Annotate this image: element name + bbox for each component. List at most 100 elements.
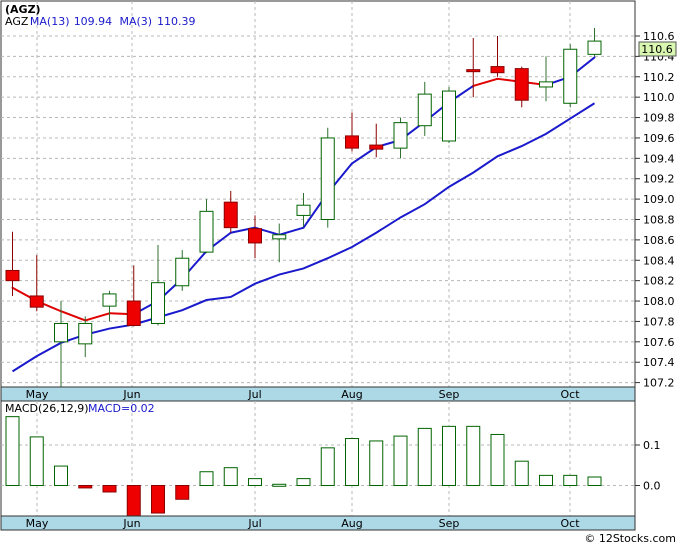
price-y-tick-label: 108.6 bbox=[643, 234, 675, 247]
candle-body bbox=[199, 210, 214, 253]
macd-y-axis: 0.1 0.0 bbox=[635, 439, 661, 493]
candle-body bbox=[514, 68, 529, 101]
price-y-axis: 110.6110.4110.2110.0109.8109.6109.4109.2… bbox=[635, 30, 675, 390]
candle-body bbox=[248, 228, 262, 244]
candle-body bbox=[29, 295, 44, 308]
macd-y-tick-label: 0.0 bbox=[643, 480, 661, 493]
price-x-tick-label: Sep bbox=[439, 388, 460, 401]
macd-bar bbox=[5, 416, 20, 486]
candle-body bbox=[320, 137, 335, 220]
macd-bar bbox=[151, 485, 165, 514]
macd-value-label: MACD=0.02 bbox=[88, 402, 155, 415]
macd-x-tick-label: Sep bbox=[439, 517, 460, 530]
candle-body bbox=[490, 66, 505, 74]
macd-bar bbox=[563, 474, 578, 486]
price-y-tick-label: 109.6 bbox=[643, 132, 675, 145]
macd-bar bbox=[514, 460, 529, 487]
candle-body bbox=[296, 204, 311, 216]
price-y-tick-label: 110.6 bbox=[643, 30, 675, 43]
legend-value: 109.94 bbox=[74, 15, 113, 28]
price-y-tick-label: 109.2 bbox=[643, 173, 675, 186]
macd-bar bbox=[587, 476, 602, 486]
macd-bar bbox=[539, 474, 553, 486]
candle-body bbox=[175, 257, 190, 287]
candle-body bbox=[563, 48, 578, 104]
candle-body bbox=[345, 135, 359, 149]
macd-bar bbox=[393, 435, 408, 486]
macd-bar bbox=[54, 465, 68, 486]
macd-x-axis-bar bbox=[0, 515, 636, 531]
macd-x-tick-label: May bbox=[26, 517, 49, 530]
macd-bar bbox=[248, 478, 262, 486]
price-y-tick-label: 110.2 bbox=[643, 71, 675, 84]
macd-bar bbox=[272, 483, 287, 487]
macd-plot-area bbox=[0, 400, 636, 517]
price-y-tick-label: 110.0 bbox=[643, 91, 675, 104]
macd-bar bbox=[320, 447, 335, 486]
price-y-tick-label: 108.8 bbox=[643, 213, 675, 226]
price-y-tick-label: 109.4 bbox=[643, 152, 675, 165]
legend-label: MA(3) bbox=[120, 15, 153, 28]
candle-body bbox=[466, 69, 481, 73]
candle-body bbox=[369, 144, 384, 150]
macd-x-tick-label: Aug bbox=[341, 517, 362, 530]
legend: AGZ MA(13) 109.94 MA(3) 110.39 bbox=[5, 15, 196, 28]
candle-body bbox=[442, 90, 456, 142]
macd-y-tick-label: 0.1 bbox=[643, 439, 661, 452]
price-y-tick-label: 107.2 bbox=[643, 377, 675, 390]
stock-chart: 110.6110.4110.2110.0109.8109.6109.4109.2… bbox=[0, 0, 677, 545]
macd-x-tick-label: Jul bbox=[247, 517, 261, 530]
macd-bar bbox=[296, 478, 311, 486]
price-y-tick-label: 109.8 bbox=[643, 112, 675, 125]
macd-bar bbox=[29, 436, 44, 486]
macd-bar bbox=[175, 485, 190, 500]
price-y-tick-label: 108.0 bbox=[643, 295, 675, 308]
price-x-tick-label: May bbox=[26, 388, 49, 401]
candle-body bbox=[54, 322, 68, 343]
candle-body bbox=[223, 201, 238, 229]
legend-label: MA(13) bbox=[30, 15, 70, 28]
candle-body bbox=[102, 293, 117, 307]
watermark: © 12Stocks.com bbox=[584, 532, 676, 545]
price-y-tick-label: 107.6 bbox=[643, 336, 675, 349]
last-price-badge: 110.6 bbox=[638, 41, 677, 57]
candle-body bbox=[587, 40, 602, 55]
macd-bar bbox=[417, 427, 432, 486]
candle bbox=[320, 127, 335, 228]
candle-body bbox=[126, 300, 141, 327]
price-x-tick-label: Jul bbox=[247, 388, 261, 401]
candle-body bbox=[78, 322, 93, 345]
macd-title: MACD(26,12,9) bbox=[5, 402, 89, 415]
macd-x-tick-label: Jun bbox=[122, 517, 140, 530]
candle-body bbox=[151, 282, 165, 324]
candle-body bbox=[393, 122, 408, 149]
macd-bar bbox=[490, 433, 505, 486]
price-x-tick-label: Jun bbox=[122, 388, 140, 401]
macd-bar bbox=[369, 440, 384, 487]
macd-bar bbox=[223, 467, 238, 486]
price-y-tick-label: 108.4 bbox=[643, 254, 675, 267]
price-x-tick-label: Oct bbox=[560, 388, 580, 401]
price-y-tick-label: 107.4 bbox=[643, 356, 675, 369]
last-price-label: 110.6 bbox=[641, 43, 673, 56]
macd-bar bbox=[78, 485, 93, 489]
macd-bar bbox=[102, 485, 117, 493]
price-panel: 110.6110.4110.2110.0109.8109.6109.4109.2… bbox=[0, 0, 677, 402]
candle-body bbox=[272, 234, 287, 240]
price-y-tick-label: 107.8 bbox=[643, 315, 675, 328]
price-x-tick-label: Aug bbox=[341, 388, 362, 401]
price-y-tick-label: 108.2 bbox=[643, 275, 675, 288]
macd-panel: 0.1 0.0 MACD(26,12,9) MACD=0.02 May Jun Jul… bbox=[0, 400, 661, 531]
macd-bar bbox=[442, 425, 456, 486]
candle bbox=[563, 44, 578, 108]
candle-body bbox=[5, 269, 20, 282]
macd-bar bbox=[345, 438, 359, 486]
macd-x-tick-label: Oct bbox=[560, 517, 580, 530]
candle bbox=[442, 86, 456, 144]
legend-value: 110.39 bbox=[157, 15, 196, 28]
price-x-axis-bar bbox=[0, 386, 636, 402]
candle-body bbox=[417, 93, 432, 127]
macd-bar bbox=[126, 485, 141, 517]
candle-body bbox=[539, 81, 553, 88]
macd-bar bbox=[199, 471, 214, 487]
